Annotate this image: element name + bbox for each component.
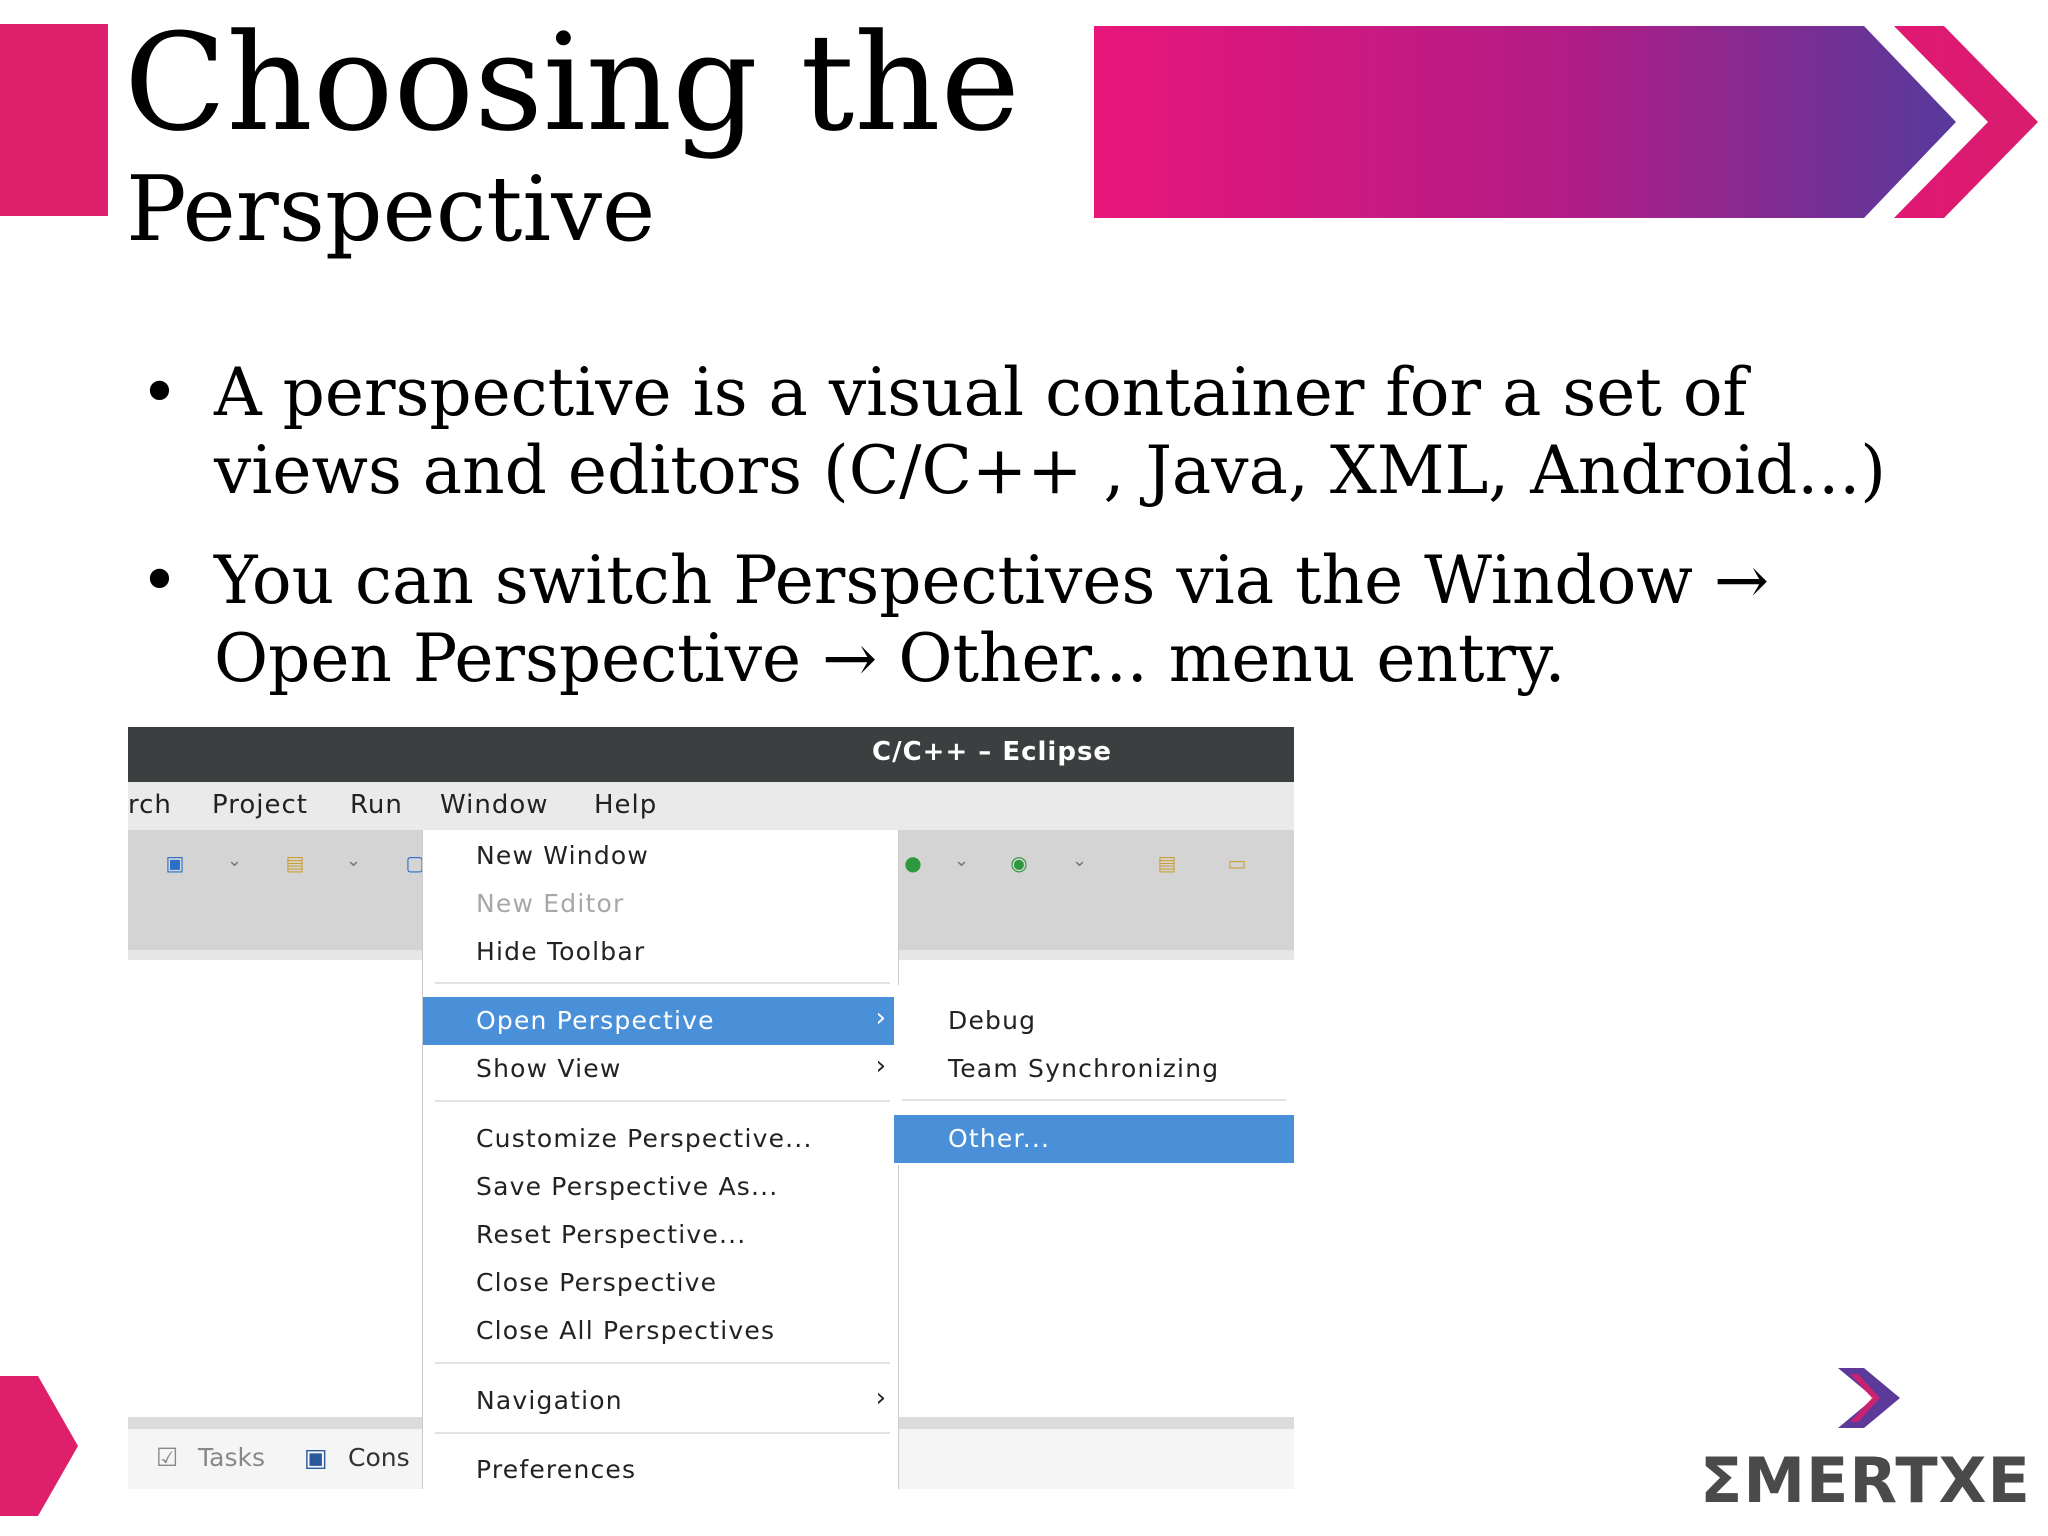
open-perspective-submenu: Debug Team Synchronizing Other...	[894, 985, 1294, 1165]
menu-window[interactable]: Window	[440, 790, 549, 820]
chevron-down-icon[interactable]: ⌄	[954, 850, 969, 871]
chevron-down-icon[interactable]: ⌄	[227, 850, 242, 871]
chevron-right-icon: ›	[875, 1003, 886, 1033]
tasks-icon: ☑	[156, 1443, 179, 1472]
open-file-icon[interactable]: ▭	[1222, 852, 1252, 874]
bullet-marker: •	[140, 542, 179, 619]
debug-run-icon[interactable]: ◉	[1004, 852, 1034, 874]
slide-title-line-2: Perspective	[126, 157, 656, 262]
menu-help[interactable]: Help	[594, 790, 657, 820]
menu-separator	[435, 982, 890, 984]
menu-item-show-view[interactable]: Show View ›	[423, 1045, 898, 1093]
menu-search[interactable]: rch	[128, 790, 172, 820]
window-titlebar: C/C++ – Eclipse	[128, 727, 1294, 782]
decor-left-chevron	[0, 1376, 78, 1516]
decor-left-square	[0, 24, 108, 216]
menu-separator	[435, 1432, 890, 1434]
run-icon[interactable]: ●	[898, 852, 928, 874]
menu-item-close-perspective[interactable]: Close Perspective	[423, 1259, 898, 1307]
submenu-item-debug[interactable]: Debug	[894, 997, 1294, 1045]
menu-item-preferences[interactable]: Preferences	[423, 1446, 898, 1489]
menu-item-close-all-perspectives[interactable]: Close All Perspectives	[423, 1307, 898, 1355]
open-workspace-icon[interactable]: ▤	[1152, 852, 1182, 874]
chevron-right-icon: ›	[875, 1051, 886, 1081]
menu-separator	[902, 1099, 1286, 1101]
menu-run[interactable]: Run	[350, 790, 403, 820]
menu-project[interactable]: Project	[212, 790, 308, 820]
menu-item-reset-perspective[interactable]: Reset Perspective...	[423, 1211, 898, 1259]
menu-separator	[435, 1362, 890, 1364]
console-icon: ▣	[304, 1443, 328, 1472]
emertxe-logo: ΣMERTXE	[1700, 1368, 2030, 1517]
chevron-down-icon[interactable]: ⌄	[1072, 850, 1087, 871]
chevron-right-icon: ›	[875, 1383, 886, 1413]
menu-item-new-editor: New Editor	[476, 889, 625, 918]
menu-item-customize-perspective[interactable]: Customize Perspective...	[423, 1115, 898, 1163]
bullet-marker: •	[140, 354, 179, 431]
menu-item-save-perspective-as[interactable]: Save Perspective As...	[423, 1163, 898, 1211]
tab-console[interactable]: Cons	[348, 1443, 410, 1472]
chevron-down-icon[interactable]: ⌄	[346, 850, 361, 871]
logo-text: ΣMERTXE	[1700, 1444, 2031, 1517]
logo-mark-icon	[1838, 1368, 1900, 1428]
bullet-item: • You can switch Perspectives via the Wi…	[140, 542, 1920, 702]
slide-title-line-1: Choosing the	[124, 5, 1020, 161]
open-folder-icon[interactable]: ▤	[280, 852, 310, 874]
window-dropdown-menu: New Window New Editor Hide Toolbar Open …	[423, 830, 898, 1489]
menu-item-hide-toolbar[interactable]: Hide Toolbar	[423, 928, 898, 976]
bullet-text: You can switch Perspectives via the Wind…	[214, 542, 1770, 697]
decor-gradient-banner	[1094, 26, 2038, 218]
menu-item-navigation[interactable]: Navigation ›	[423, 1377, 898, 1425]
submenu-item-other[interactable]: Other...	[894, 1115, 1294, 1163]
window-title: C/C++ – Eclipse	[872, 737, 1113, 767]
menu-item-open-perspective[interactable]: Open Perspective ›	[423, 997, 898, 1045]
new-c-project-icon[interactable]: ▣	[160, 852, 190, 874]
submenu-item-team-synchronizing[interactable]: Team Synchronizing	[894, 1045, 1294, 1093]
tab-tasks[interactable]: Tasks	[198, 1443, 265, 1472]
menu-item-new-window[interactable]: New Window	[423, 832, 898, 880]
eclipse-screenshot: C/C++ – Eclipse rch Project Run Window H…	[128, 727, 1294, 1489]
menu-separator	[435, 1100, 890, 1102]
bullet-text: A perspective is a visual container for …	[214, 354, 1886, 509]
menu-bar: rch Project Run Window Help	[128, 782, 1294, 830]
bullet-item: • A perspective is a visual container fo…	[140, 354, 1920, 514]
